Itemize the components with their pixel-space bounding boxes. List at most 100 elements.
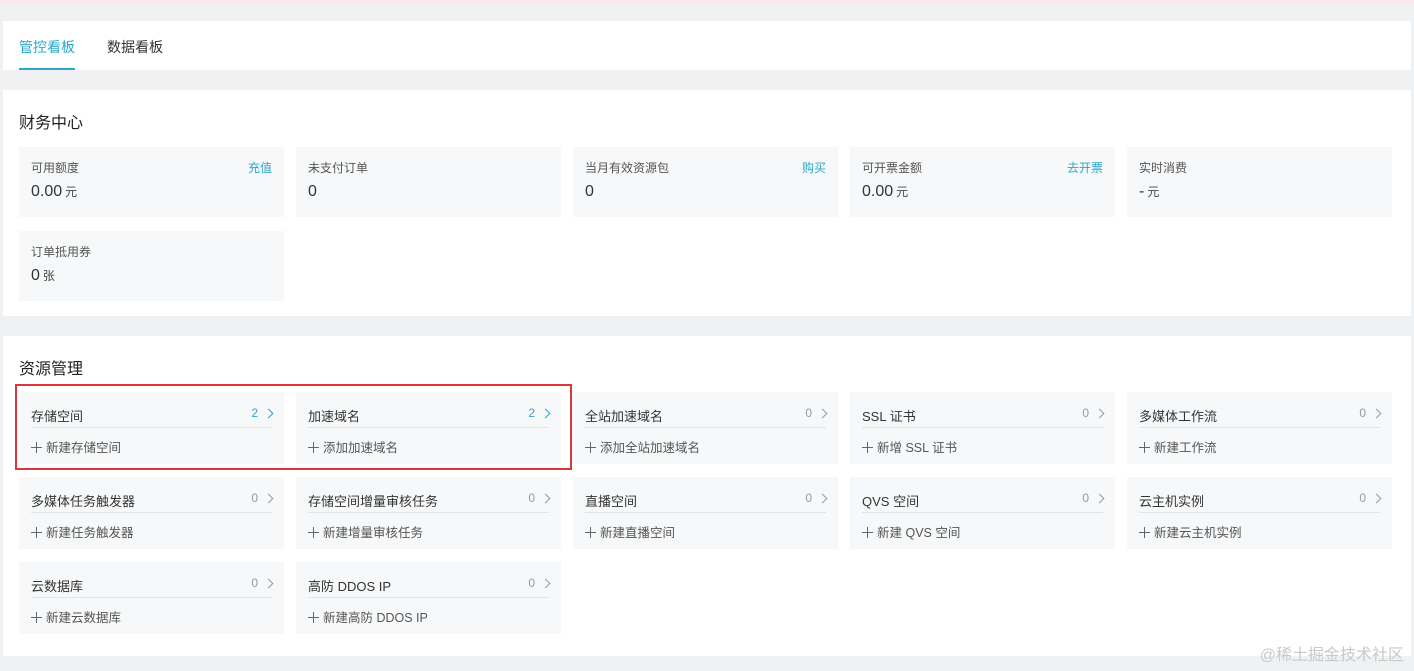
value-unit: 张 bbox=[42, 269, 55, 283]
resource-tile: 全站加速域名 0 添加全站加速域名 bbox=[573, 392, 838, 464]
watermark: @稀土掘金技术社区 bbox=[1259, 647, 1404, 664]
plus-icon bbox=[31, 527, 42, 538]
resource-create-link[interactable]: 新建直播空间 bbox=[585, 522, 675, 541]
resource-header-link[interactable]: SSL 证书 0 bbox=[862, 400, 1105, 428]
recharge-link[interactable]: 充值 bbox=[248, 159, 272, 176]
resource-name: QVS 空间 bbox=[862, 494, 920, 509]
resource-title: 资源管理 bbox=[19, 361, 84, 378]
tile-value: -元 bbox=[1139, 183, 1159, 201]
resource-create-label: 新建云数据库 bbox=[46, 611, 122, 625]
plus-icon bbox=[862, 527, 873, 538]
resource-header-link[interactable]: 直播空间 0 bbox=[585, 485, 828, 513]
finance-tile-unpaid-orders[interactable]: 未支付订单 0 bbox=[296, 147, 561, 217]
chevron-right-icon bbox=[540, 493, 551, 504]
top-shadow bbox=[0, 0, 1414, 6]
resource-create-link[interactable]: 新建 QVS 空间 bbox=[862, 522, 960, 541]
resource-name: 多媒体工作流 bbox=[1139, 409, 1218, 424]
resource-name: 云主机实例 bbox=[1139, 494, 1205, 509]
tile-label: 可开票金额 bbox=[862, 161, 923, 175]
resource-tile: 高防 DDOS IP 0 新建高防 DDOS IP bbox=[296, 562, 561, 634]
resource-count: 0 bbox=[1359, 491, 1366, 505]
resource-create-link[interactable]: 新增 SSL 证书 bbox=[862, 437, 957, 456]
resource-tile: QVS 空间 0 新建 QVS 空间 bbox=[850, 477, 1115, 549]
finance-tile-realtime-consumption: 实时消费 -元 bbox=[1127, 147, 1392, 217]
chevron-right-icon bbox=[1094, 493, 1105, 504]
tile-value: 0.00 元 bbox=[31, 183, 77, 201]
resource-count: 0 bbox=[1359, 406, 1366, 420]
resource-create-label: 新建增量审核任务 bbox=[323, 526, 424, 540]
resource-name: SSL 证书 bbox=[862, 409, 916, 424]
resource-create-label: 新建直播空间 bbox=[600, 526, 676, 540]
value-unit: 元 bbox=[896, 185, 909, 199]
resource-count: 0 bbox=[528, 491, 535, 505]
plus-icon bbox=[308, 612, 319, 623]
resource-tile: 存储空间增量审核任务 0 新建增量审核任务 bbox=[296, 477, 561, 549]
resource-header-link[interactable]: 存储空间增量审核任务 0 bbox=[308, 485, 551, 513]
resource-create-link[interactable]: 新建云数据库 bbox=[31, 607, 121, 626]
value-number: 0.00 bbox=[862, 183, 894, 200]
finance-tile-order-vouchers[interactable]: 订单抵用券 0张 bbox=[19, 231, 284, 301]
resource-tile: 云主机实例 0 新建云主机实例 bbox=[1127, 477, 1392, 549]
resource-count: 0 bbox=[251, 491, 258, 505]
resource-count: 0 bbox=[1082, 406, 1089, 420]
tile-label: 当月有效资源包 bbox=[585, 161, 670, 175]
resource-name: 直播空间 bbox=[585, 494, 638, 509]
value-number: 0 bbox=[308, 183, 317, 200]
chevron-right-icon bbox=[817, 493, 828, 504]
tile-value: 0.00 元 bbox=[862, 183, 908, 201]
invoice-link[interactable]: 去开票 bbox=[1067, 159, 1103, 176]
resource-create-label: 新建云主机实例 bbox=[1154, 526, 1242, 540]
tile-value: 0张 bbox=[31, 267, 55, 285]
resource-create-label: 新增 SSL 证书 bbox=[877, 441, 958, 455]
resource-create-link[interactable]: 新建高防 DDOS IP bbox=[308, 607, 428, 626]
value-unit: 元 bbox=[65, 185, 78, 199]
resource-header-link[interactable]: 云数据库 0 bbox=[31, 570, 274, 598]
tab-label: 管控看板 bbox=[19, 39, 75, 55]
finance-title: 财务中心 bbox=[19, 115, 84, 132]
tab-data-dashboard[interactable]: 数据看板 bbox=[91, 37, 179, 70]
plus-icon bbox=[585, 442, 596, 453]
plus-icon bbox=[1139, 527, 1150, 538]
resource-create-link[interactable]: 新建增量审核任务 bbox=[308, 522, 423, 541]
finance-center-card: 财务中心 可用额度 充值 0.00 元 未支付订单 0 当月有效资源包 购买 0 … bbox=[3, 90, 1411, 316]
resource-create-link[interactable]: 新建云主机实例 bbox=[1139, 522, 1242, 541]
resource-count: 0 bbox=[251, 576, 258, 590]
value-number: 0 bbox=[585, 183, 594, 200]
value-number: 0.00 bbox=[31, 183, 63, 200]
tile-label: 实时消费 bbox=[1139, 161, 1188, 175]
resource-create-link[interactable]: 新建工作流 bbox=[1139, 437, 1217, 456]
plus-icon bbox=[862, 442, 873, 453]
plus-icon bbox=[31, 612, 42, 623]
value-number: - bbox=[1139, 183, 1145, 200]
chevron-right-icon bbox=[1371, 493, 1382, 504]
tile-value: 0 bbox=[585, 183, 594, 201]
resource-create-link[interactable]: 添加全站加速域名 bbox=[585, 437, 700, 456]
resource-create-link[interactable]: 新建任务触发器 bbox=[31, 522, 134, 541]
chevron-right-icon bbox=[1371, 408, 1382, 419]
resource-header-link[interactable]: 多媒体任务触发器 0 bbox=[31, 485, 274, 513]
plus-icon bbox=[585, 527, 596, 538]
resource-tile: SSL 证书 0 新增 SSL 证书 bbox=[850, 392, 1115, 464]
chevron-right-icon bbox=[540, 578, 551, 589]
resource-header-link[interactable]: QVS 空间 0 bbox=[862, 485, 1105, 513]
highlight-annotation bbox=[15, 384, 572, 470]
resource-header-link[interactable]: 多媒体工作流 0 bbox=[1139, 400, 1382, 428]
tab-label: 数据看板 bbox=[107, 39, 163, 55]
tab-control-dashboard[interactable]: 管控看板 bbox=[3, 37, 91, 70]
finance-tile-invoiceable-amount: 可开票金额 去开票 0.00 元 bbox=[850, 147, 1115, 217]
resource-header-link[interactable]: 全站加速域名 0 bbox=[585, 400, 828, 428]
resource-create-label: 新建高防 DDOS IP bbox=[323, 611, 428, 625]
finance-tile-available-credit: 可用额度 充值 0.00 元 bbox=[19, 147, 284, 217]
resource-header-link[interactable]: 云主机实例 0 bbox=[1139, 485, 1382, 513]
resource-name: 全站加速域名 bbox=[585, 409, 664, 424]
resource-header-link[interactable]: 高防 DDOS IP 0 bbox=[308, 570, 551, 598]
chevron-right-icon bbox=[817, 408, 828, 419]
resource-tile: 多媒体工作流 0 新建工作流 bbox=[1127, 392, 1392, 464]
value-unit: 元 bbox=[1147, 185, 1160, 199]
resource-create-label: 新建工作流 bbox=[1154, 441, 1217, 455]
chevron-right-icon bbox=[263, 493, 274, 504]
tile-value: 0 bbox=[308, 183, 317, 201]
plus-icon bbox=[1139, 442, 1150, 453]
resource-count: 0 bbox=[805, 406, 812, 420]
buy-link[interactable]: 购买 bbox=[802, 159, 826, 176]
